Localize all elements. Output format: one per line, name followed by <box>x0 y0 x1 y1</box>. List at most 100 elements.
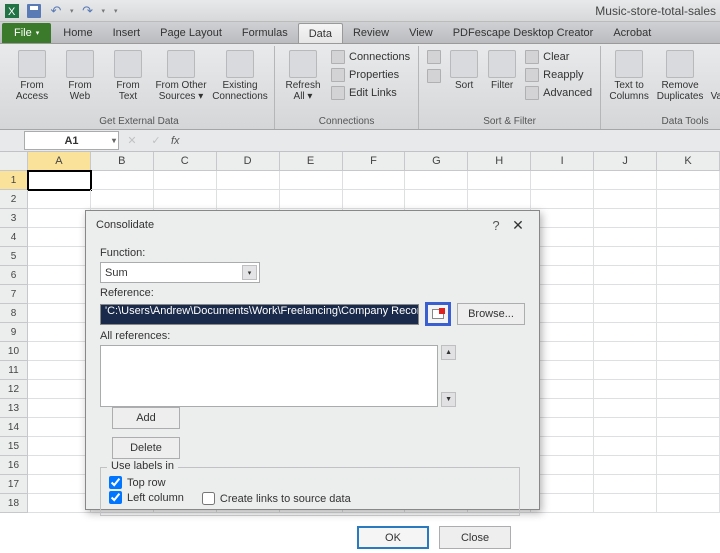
cell[interactable] <box>531 285 594 304</box>
row-header[interactable]: 13 <box>0 399 28 418</box>
cell[interactable] <box>531 190 594 209</box>
cell[interactable] <box>594 361 657 380</box>
cell[interactable] <box>28 209 91 228</box>
cell[interactable] <box>468 171 531 190</box>
filter-button[interactable]: Filter <box>485 48 519 91</box>
name-box[interactable]: A1▾ <box>24 131 119 150</box>
cell[interactable] <box>531 266 594 285</box>
row-header[interactable]: 11 <box>0 361 28 380</box>
cell[interactable] <box>531 323 594 342</box>
cell[interactable] <box>594 247 657 266</box>
cell[interactable] <box>594 380 657 399</box>
tab-data[interactable]: Data <box>298 23 343 43</box>
fx-icon[interactable]: fx <box>171 135 180 147</box>
cell[interactable] <box>594 494 657 513</box>
cell[interactable] <box>531 380 594 399</box>
tab-file[interactable]: File▾ <box>2 23 51 43</box>
redo-icon[interactable]: ↷ <box>80 3 96 19</box>
cell[interactable] <box>594 418 657 437</box>
cell[interactable] <box>28 361 91 380</box>
scroll-up-icon[interactable]: ▲ <box>441 345 456 360</box>
col-header-a[interactable]: A <box>28 152 91 171</box>
tab-acrobat[interactable]: Acrobat <box>603 23 661 43</box>
cell[interactable] <box>531 361 594 380</box>
cell[interactable] <box>28 399 91 418</box>
add-button[interactable]: Add <box>112 407 180 429</box>
col-header-b[interactable]: B <box>91 152 154 171</box>
cell[interactable] <box>594 228 657 247</box>
refresh-all-button[interactable]: Refresh All ▾ <box>281 48 325 102</box>
cell[interactable] <box>594 399 657 418</box>
cell[interactable] <box>594 190 657 209</box>
cell[interactable] <box>657 342 720 361</box>
cell[interactable] <box>657 399 720 418</box>
cell[interactable] <box>28 171 91 190</box>
cell[interactable] <box>28 190 91 209</box>
cell[interactable] <box>531 437 594 456</box>
cell[interactable] <box>531 456 594 475</box>
collapse-dialog-button[interactable] <box>425 302 451 326</box>
cell[interactable] <box>531 418 594 437</box>
cell[interactable] <box>531 494 594 513</box>
cell[interactable] <box>657 418 720 437</box>
cell[interactable] <box>531 247 594 266</box>
existing-connections-button[interactable]: Existing Connections <box>212 48 268 102</box>
cell[interactable] <box>531 475 594 494</box>
col-header-f[interactable]: F <box>343 152 406 171</box>
cell[interactable] <box>594 171 657 190</box>
help-icon[interactable]: ? <box>485 218 507 233</box>
tab-page-layout[interactable]: Page Layout <box>150 23 232 43</box>
cell[interactable] <box>217 171 280 190</box>
cell[interactable] <box>594 285 657 304</box>
cell[interactable] <box>154 171 217 190</box>
cell[interactable] <box>594 456 657 475</box>
cell[interactable] <box>657 323 720 342</box>
cell[interactable] <box>91 171 154 190</box>
chevron-down-icon[interactable]: ▾ <box>242 265 257 280</box>
cell[interactable] <box>657 171 720 190</box>
tab-insert[interactable]: Insert <box>103 23 151 43</box>
row-header[interactable]: 15 <box>0 437 28 456</box>
row-header[interactable]: 8 <box>0 304 28 323</box>
scroll-down-icon[interactable]: ▼ <box>441 392 456 407</box>
enter-formula-icon[interactable]: ✓ <box>147 132 165 150</box>
cell[interactable] <box>28 285 91 304</box>
cell[interactable] <box>594 304 657 323</box>
cell[interactable] <box>28 342 91 361</box>
browse-button[interactable]: Browse... <box>457 303 525 325</box>
col-header-k[interactable]: K <box>657 152 720 171</box>
cell[interactable] <box>657 437 720 456</box>
text-to-columns-button[interactable]: Text to Columns <box>607 48 651 102</box>
qat-customize-icon[interactable]: ▾ <box>114 7 118 15</box>
cell[interactable] <box>28 380 91 399</box>
ok-button[interactable]: OK <box>357 526 429 549</box>
cell[interactable] <box>657 228 720 247</box>
cell[interactable] <box>405 171 468 190</box>
cell[interactable] <box>594 323 657 342</box>
cell[interactable] <box>28 266 91 285</box>
chevron-down-icon[interactable]: ▾ <box>112 136 116 145</box>
sort-za-button[interactable] <box>425 67 443 85</box>
cell[interactable] <box>594 437 657 456</box>
row-header[interactable]: 1 <box>0 171 28 190</box>
edit-links-button[interactable]: Edit Links <box>329 84 412 102</box>
reapply-button[interactable]: Reapply <box>523 66 594 84</box>
cell[interactable] <box>280 190 343 209</box>
reference-input[interactable]: 'C:\Users\Andrew\Documents\Work\Freelanc… <box>100 304 419 325</box>
cell[interactable] <box>531 228 594 247</box>
cell[interactable] <box>154 190 217 209</box>
cell[interactable] <box>657 266 720 285</box>
cell[interactable] <box>343 190 406 209</box>
row-header[interactable]: 14 <box>0 418 28 437</box>
cell[interactable] <box>657 456 720 475</box>
tab-pdfescape[interactable]: PDFescape Desktop Creator <box>443 23 604 43</box>
row-header[interactable]: 4 <box>0 228 28 247</box>
cell[interactable] <box>657 247 720 266</box>
tab-view[interactable]: View <box>399 23 443 43</box>
cell[interactable] <box>657 380 720 399</box>
left-column-checkbox[interactable]: Left column <box>109 491 184 504</box>
from-text-button[interactable]: From Text <box>106 48 150 102</box>
undo-dropdown-icon[interactable]: ▾ <box>70 7 74 15</box>
cell[interactable] <box>28 418 91 437</box>
cell[interactable] <box>28 494 91 513</box>
